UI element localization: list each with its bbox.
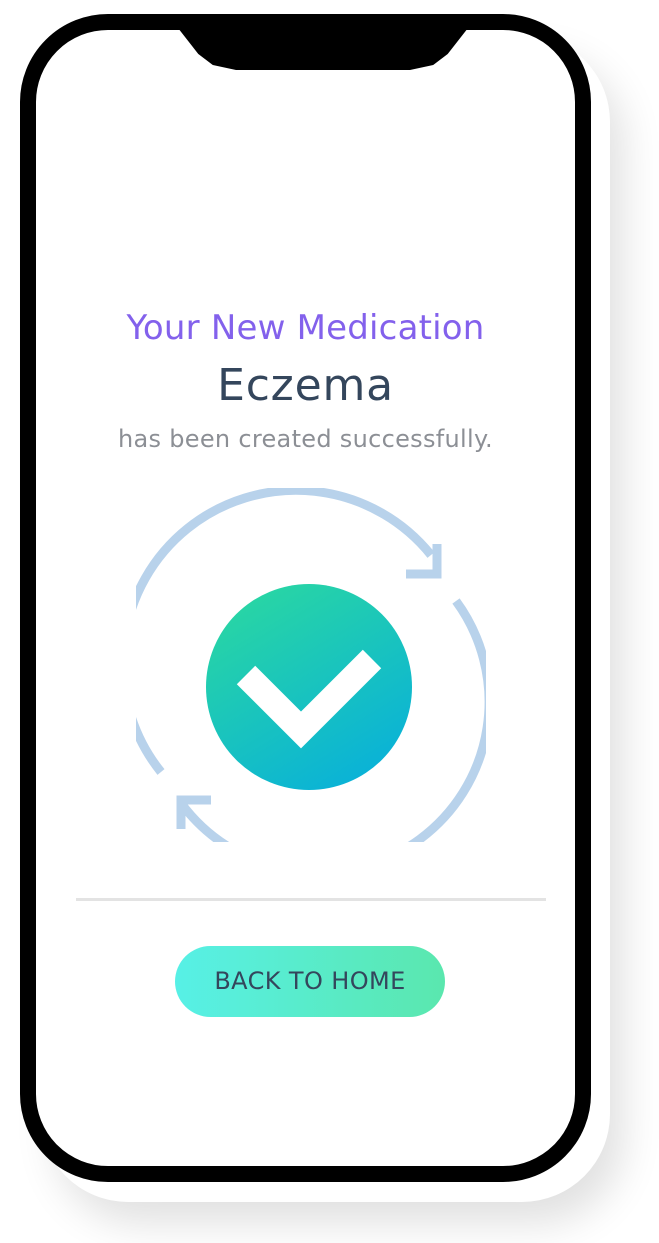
screen-stage: Your New Medication Eczema has been crea… [0,0,659,1243]
confirmation-heading: Your New Medication [126,308,485,348]
section-divider [76,898,546,901]
back-to-home-button[interactable]: BACK TO HOME [175,946,445,1017]
confirmation-screen: Your New Medication Eczema has been crea… [36,30,575,1166]
success-message: has been created successfully. [118,425,493,453]
check-icon [206,584,412,790]
medication-name: Eczema [217,360,394,411]
success-illustration [136,488,486,842]
phone-frame: Your New Medication Eczema has been crea… [20,14,591,1182]
